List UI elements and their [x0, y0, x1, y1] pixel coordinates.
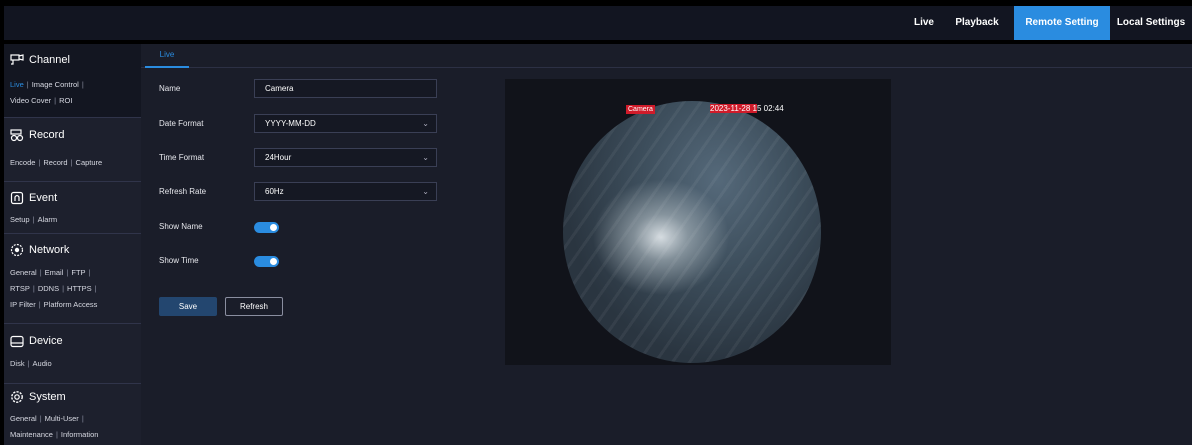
sidebar-header-device[interactable]: Device [10, 334, 63, 348]
sidebar-link-information[interactable]: Information [61, 430, 99, 439]
sidebar-link-multi-user[interactable]: Multi-User [45, 414, 79, 423]
sidebar-header-system[interactable]: System [10, 390, 66, 404]
osd-time-label[interactable]: 2023-11-28 15 02:44 [710, 104, 784, 114]
toggle-knob [270, 258, 277, 265]
sidebar-title-device: Device [29, 335, 63, 347]
sidebar-links-event: Setup | Alarm [10, 215, 58, 224]
sidebar-link-image-control[interactable]: Image Control [32, 80, 79, 89]
sidebar-link-capture[interactable]: Capture [76, 158, 103, 167]
tab-playback[interactable]: Playback [946, 6, 1008, 40]
save-button[interactable]: Save [159, 297, 217, 316]
sidebar-link-setup[interactable]: Setup [10, 215, 30, 224]
sidebar-link-https[interactable]: HTTPS [67, 284, 92, 293]
sidebar-header-channel[interactable]: Channel [10, 53, 70, 67]
date-format-label: Date Format [159, 119, 204, 128]
sidebar-section-channel: Channel Live | Image Control | Video Cover |… [4, 44, 141, 118]
live-preview: Camera 2023-11-28 15 02:44 [505, 79, 891, 365]
sidebar-link-general-system[interactable]: General [10, 414, 37, 423]
time-format-select[interactable]: 24Hour ⌄ [254, 148, 437, 167]
show-name-label: Show Name [159, 222, 203, 231]
name-label: Name [159, 84, 181, 93]
channel-icon [10, 53, 24, 67]
sidebar-link-alarm[interactable]: Alarm [38, 215, 58, 224]
sidebar-links-channel: Live | Image Control | Video Cover | ROI [10, 80, 84, 105]
refresh-rate-label: Refresh Rate [159, 187, 207, 196]
sidebar-link-ftp[interactable]: FTP [71, 268, 85, 277]
osd-name-label[interactable]: Camera [626, 105, 655, 114]
sidebar-link-encode[interactable]: Encode [10, 158, 35, 167]
record-icon [10, 128, 24, 142]
sidebar-section-device: Device Disk | Audio [4, 324, 141, 384]
sidebar-links-device: Disk | Audio [10, 359, 52, 368]
sidebar-section-record: Record Encode | Record | Capture [4, 118, 141, 182]
sidebar-link-maintenance[interactable]: Maintenance [10, 430, 53, 439]
sidebar-link-ip-filter[interactable]: IP Filter [10, 300, 36, 309]
sidebar-header-record[interactable]: Record [10, 128, 64, 142]
sidebar-links-network: General | Email | FTP | RTSP | DDNS | HTTPS | IP F… [10, 268, 98, 309]
name-value: Camera [265, 84, 294, 93]
sidebar-link-platform-access[interactable]: Platform Access [44, 300, 98, 309]
sidebar: Channel Live | Image Control | Video Cover |… [4, 44, 141, 445]
refresh-rate-value: 60Hz [265, 187, 284, 196]
sidebar-links-record: Encode | Record | Capture [10, 158, 103, 167]
camera-feed-image [563, 101, 821, 363]
osd-time-highlight: 2023-11-28 1 [710, 104, 757, 113]
tab-remote-setting[interactable]: Remote Setting [1014, 6, 1110, 40]
sidebar-section-system: System General | Multi-User | Maintenance | I… [4, 384, 141, 445]
sidebar-title-event: Event [29, 192, 58, 204]
sidebar-link-record[interactable]: Record [43, 158, 67, 167]
toggle-knob [270, 224, 277, 231]
sidebar-link-disk[interactable]: Disk [10, 359, 25, 368]
sidebar-links-system: General | Multi-User | Maintenance | Informat… [10, 414, 99, 439]
sidebar-header-event[interactable]: Event [10, 191, 57, 205]
sidebar-link-roi[interactable]: ROI [59, 96, 72, 105]
sidebar-header-network[interactable]: Network [10, 243, 69, 257]
network-icon [10, 243, 24, 257]
tab-local-settings[interactable]: Local Settings [1110, 6, 1192, 40]
date-format-select[interactable]: YYYY-MM-DD ⌄ [254, 114, 437, 133]
sidebar-link-live[interactable]: Live [10, 80, 24, 89]
sidebar-link-video-cover[interactable]: Video Cover [10, 96, 51, 105]
sidebar-section-network: Network General | Email | FTP | RTSP | DDNS | HTT… [4, 234, 141, 324]
sidebar-link-general[interactable]: General [10, 268, 37, 277]
chevron-down-icon: ⌄ [422, 187, 429, 196]
chevron-down-icon: ⌄ [422, 119, 429, 128]
device-icon [10, 334, 24, 348]
main-content: Live Name Camera Date Format YYYY-MM-DD ⌄… [141, 44, 1192, 445]
system-gear-icon [10, 390, 24, 404]
show-name-toggle[interactable] [254, 222, 279, 233]
sidebar-link-rtsp[interactable]: RTSP [10, 284, 30, 293]
sidebar-title-channel: Channel [29, 54, 70, 66]
top-bar: Live Playback Remote Setting Local Setti… [4, 6, 1192, 40]
sidebar-link-ddns[interactable]: DDNS [38, 284, 59, 293]
time-format-value: 24Hour [265, 153, 292, 162]
subtab-live[interactable]: Live [145, 44, 189, 68]
time-format-label: Time Format [159, 153, 205, 162]
sidebar-link-audio[interactable]: Audio [33, 359, 52, 368]
sidebar-title-system: System [29, 391, 66, 403]
show-time-label: Show Time [159, 256, 199, 265]
refresh-rate-select[interactable]: 60Hz ⌄ [254, 182, 437, 201]
sidebar-link-email[interactable]: Email [45, 268, 64, 277]
sidebar-section-event: Event Setup | Alarm [4, 182, 141, 234]
osd-time-rest: 5 02:44 [757, 104, 784, 113]
sidebar-title-record: Record [29, 129, 65, 141]
date-format-value: YYYY-MM-DD [265, 119, 316, 128]
name-input[interactable]: Camera [254, 79, 437, 98]
refresh-button[interactable]: Refresh [225, 297, 283, 316]
subtab-bar: Live [141, 44, 1192, 68]
chevron-down-icon: ⌄ [422, 153, 429, 162]
sidebar-title-network: Network [29, 244, 70, 256]
tab-live[interactable]: Live [902, 6, 946, 40]
top-nav: Live Playback Remote Setting Local Setti… [902, 6, 1192, 40]
event-icon [10, 191, 24, 205]
app: Live Playback Remote Setting Local Setti… [0, 0, 1192, 445]
show-time-toggle[interactable] [254, 256, 279, 267]
